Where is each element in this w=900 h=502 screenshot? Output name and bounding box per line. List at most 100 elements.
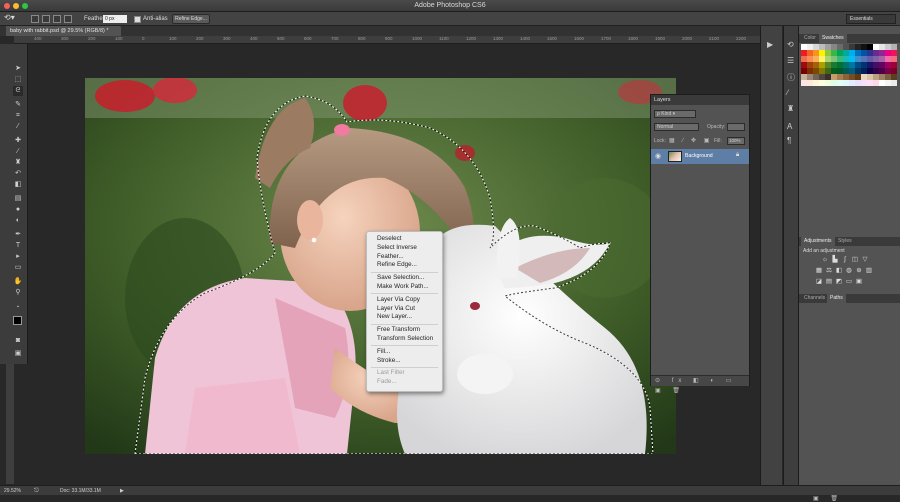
color-swatch[interactable]: [891, 62, 897, 68]
lock-icons[interactable]: ▦ ∕ ✥ ▣: [669, 137, 712, 144]
selective-color-icon[interactable]: ▣: [855, 278, 863, 285]
menu-item-select-inverse[interactable]: Select Inverse: [367, 244, 442, 253]
color-swatch[interactable]: [861, 44, 867, 50]
tab-styles[interactable]: Styles: [835, 237, 855, 246]
color-swatch[interactable]: [825, 74, 831, 80]
color-swatch[interactable]: [843, 62, 849, 68]
color-swatch[interactable]: [843, 56, 849, 62]
lasso-tool-icon[interactable]: ᘓ: [13, 86, 23, 96]
color-swatch[interactable]: [825, 50, 831, 56]
color-swatch[interactable]: [855, 56, 861, 62]
tab-channels[interactable]: Channels: [801, 294, 828, 303]
menu-item-layer-via-cut[interactable]: Layer Via Cut: [367, 305, 442, 314]
pen-tool-icon[interactable]: ✒: [13, 230, 23, 240]
layer-filter-select[interactable]: ρ Kind ▾: [654, 110, 696, 118]
tab-swatches[interactable]: Swatches: [819, 34, 847, 43]
tab-color[interactable]: Color: [801, 34, 819, 43]
color-swatch[interactable]: [837, 56, 843, 62]
color-swatch[interactable]: [813, 74, 819, 80]
color-swatch[interactable]: [867, 50, 873, 56]
color-swatch[interactable]: [813, 80, 819, 86]
feather-input[interactable]: 0 px: [103, 15, 127, 23]
color-swatch[interactable]: [867, 74, 873, 80]
opacity-input[interactable]: [727, 123, 745, 131]
fill-input[interactable]: 100%: [727, 137, 745, 145]
properties-icon[interactable]: ☰: [787, 56, 794, 65]
color-swatch[interactable]: [831, 56, 837, 62]
color-swatch[interactable]: [879, 44, 885, 50]
color-lookup-icon[interactable]: ▥: [865, 267, 873, 274]
color-swatch[interactable]: [849, 50, 855, 56]
color-swatch[interactable]: [879, 50, 885, 56]
photo-filter-icon[interactable]: ◍: [845, 267, 853, 274]
brush-icon[interactable]: ∕: [787, 88, 788, 97]
color-swatch[interactable]: [855, 62, 861, 68]
color-swatch[interactable]: [867, 44, 873, 50]
color-swatch[interactable]: [855, 80, 861, 86]
rectangle-tool-icon[interactable]: ▭: [13, 263, 23, 273]
color-swatch[interactable]: [831, 74, 837, 80]
menu-item-make-work-path[interactable]: Make Work Path...: [367, 283, 442, 292]
color-swatch[interactable]: [873, 50, 879, 56]
color-swatch[interactable]: [867, 62, 873, 68]
color-swatch[interactable]: [801, 74, 807, 80]
layers-footer-icons[interactable]: ⊝ fx ◧ ◐ ▭ ▣ 🗑︎: [651, 375, 749, 394]
color-swatch[interactable]: [873, 62, 879, 68]
hand-tool-icon[interactable]: ✋: [13, 277, 23, 287]
color-swatch[interactable]: [807, 56, 813, 62]
color-swatch[interactable]: [813, 50, 819, 56]
tab-paths[interactable]: Paths: [827, 294, 846, 303]
color-swatch[interactable]: [825, 44, 831, 50]
move-tool-icon[interactable]: ➤: [13, 64, 23, 74]
info-icon[interactable]: ⓘ: [787, 72, 795, 83]
posterize-icon[interactable]: ▤: [825, 278, 833, 285]
color-swatch[interactable]: [819, 74, 825, 80]
color-swatch[interactable]: [861, 68, 867, 74]
blend-mode-select[interactable]: Normal: [654, 123, 699, 131]
play-icon[interactable]: ▶: [767, 40, 773, 49]
color-swatch[interactable]: [825, 68, 831, 74]
menu-item-deselect[interactable]: Deselect: [367, 235, 442, 244]
color-swatch[interactable]: [801, 68, 807, 74]
crop-tool-icon[interactable]: ⌗: [13, 111, 23, 121]
menu-item-fill[interactable]: Fill...: [367, 348, 442, 357]
zoom-tool-icon[interactable]: ⚲: [13, 288, 23, 298]
workspace-select[interactable]: Essentials: [846, 14, 896, 24]
color-swatch[interactable]: [837, 68, 843, 74]
history-icon[interactable]: ⟲: [787, 40, 794, 49]
new-selection-icon[interactable]: [31, 15, 39, 23]
color-swatch[interactable]: [867, 80, 873, 86]
invert-icon[interactable]: ◪: [815, 278, 823, 285]
swatches-grid[interactable]: [801, 44, 897, 104]
menu-item-feather[interactable]: Feather...: [367, 253, 442, 262]
color-swatch[interactable]: [813, 44, 819, 50]
channel-mixer-icon[interactable]: ⊕: [855, 267, 863, 274]
color-swatch[interactable]: [801, 62, 807, 68]
color-swatch[interactable]: [885, 74, 891, 80]
color-swatch[interactable]: [891, 68, 897, 74]
color-swatch[interactable]: [873, 56, 879, 62]
levels-icon[interactable]: ▙: [831, 256, 839, 263]
color-swatch[interactable]: [807, 44, 813, 50]
color-swatch[interactable]: [801, 50, 807, 56]
color-swatch[interactable]: [879, 68, 885, 74]
curves-icon[interactable]: ∫: [841, 256, 849, 263]
color-swatch[interactable]: [837, 74, 843, 80]
character-icon[interactable]: A: [787, 122, 792, 131]
color-swatch[interactable]: [819, 62, 825, 68]
menu-item-save-selection[interactable]: Save Selection...: [367, 274, 442, 283]
color-swatch[interactable]: [891, 80, 897, 86]
color-swatch[interactable]: [849, 44, 855, 50]
color-swatch[interactable]: [873, 74, 879, 80]
marquee-tool-icon[interactable]: ⬚: [13, 75, 23, 85]
color-swatch[interactable]: [843, 68, 849, 74]
color-swatch[interactable]: [831, 44, 837, 50]
color-swatch[interactable]: [879, 80, 885, 86]
color-swatch[interactable]: [885, 68, 891, 74]
intersect-selection-icon[interactable]: [64, 15, 72, 23]
color-swatch[interactable]: [819, 56, 825, 62]
path-selection-tool-icon[interactable]: ▸: [13, 252, 23, 262]
black-white-icon[interactable]: ◧: [835, 267, 843, 274]
color-swatch[interactable]: [825, 80, 831, 86]
refine-edge-button[interactable]: Refine Edge...: [172, 14, 210, 24]
